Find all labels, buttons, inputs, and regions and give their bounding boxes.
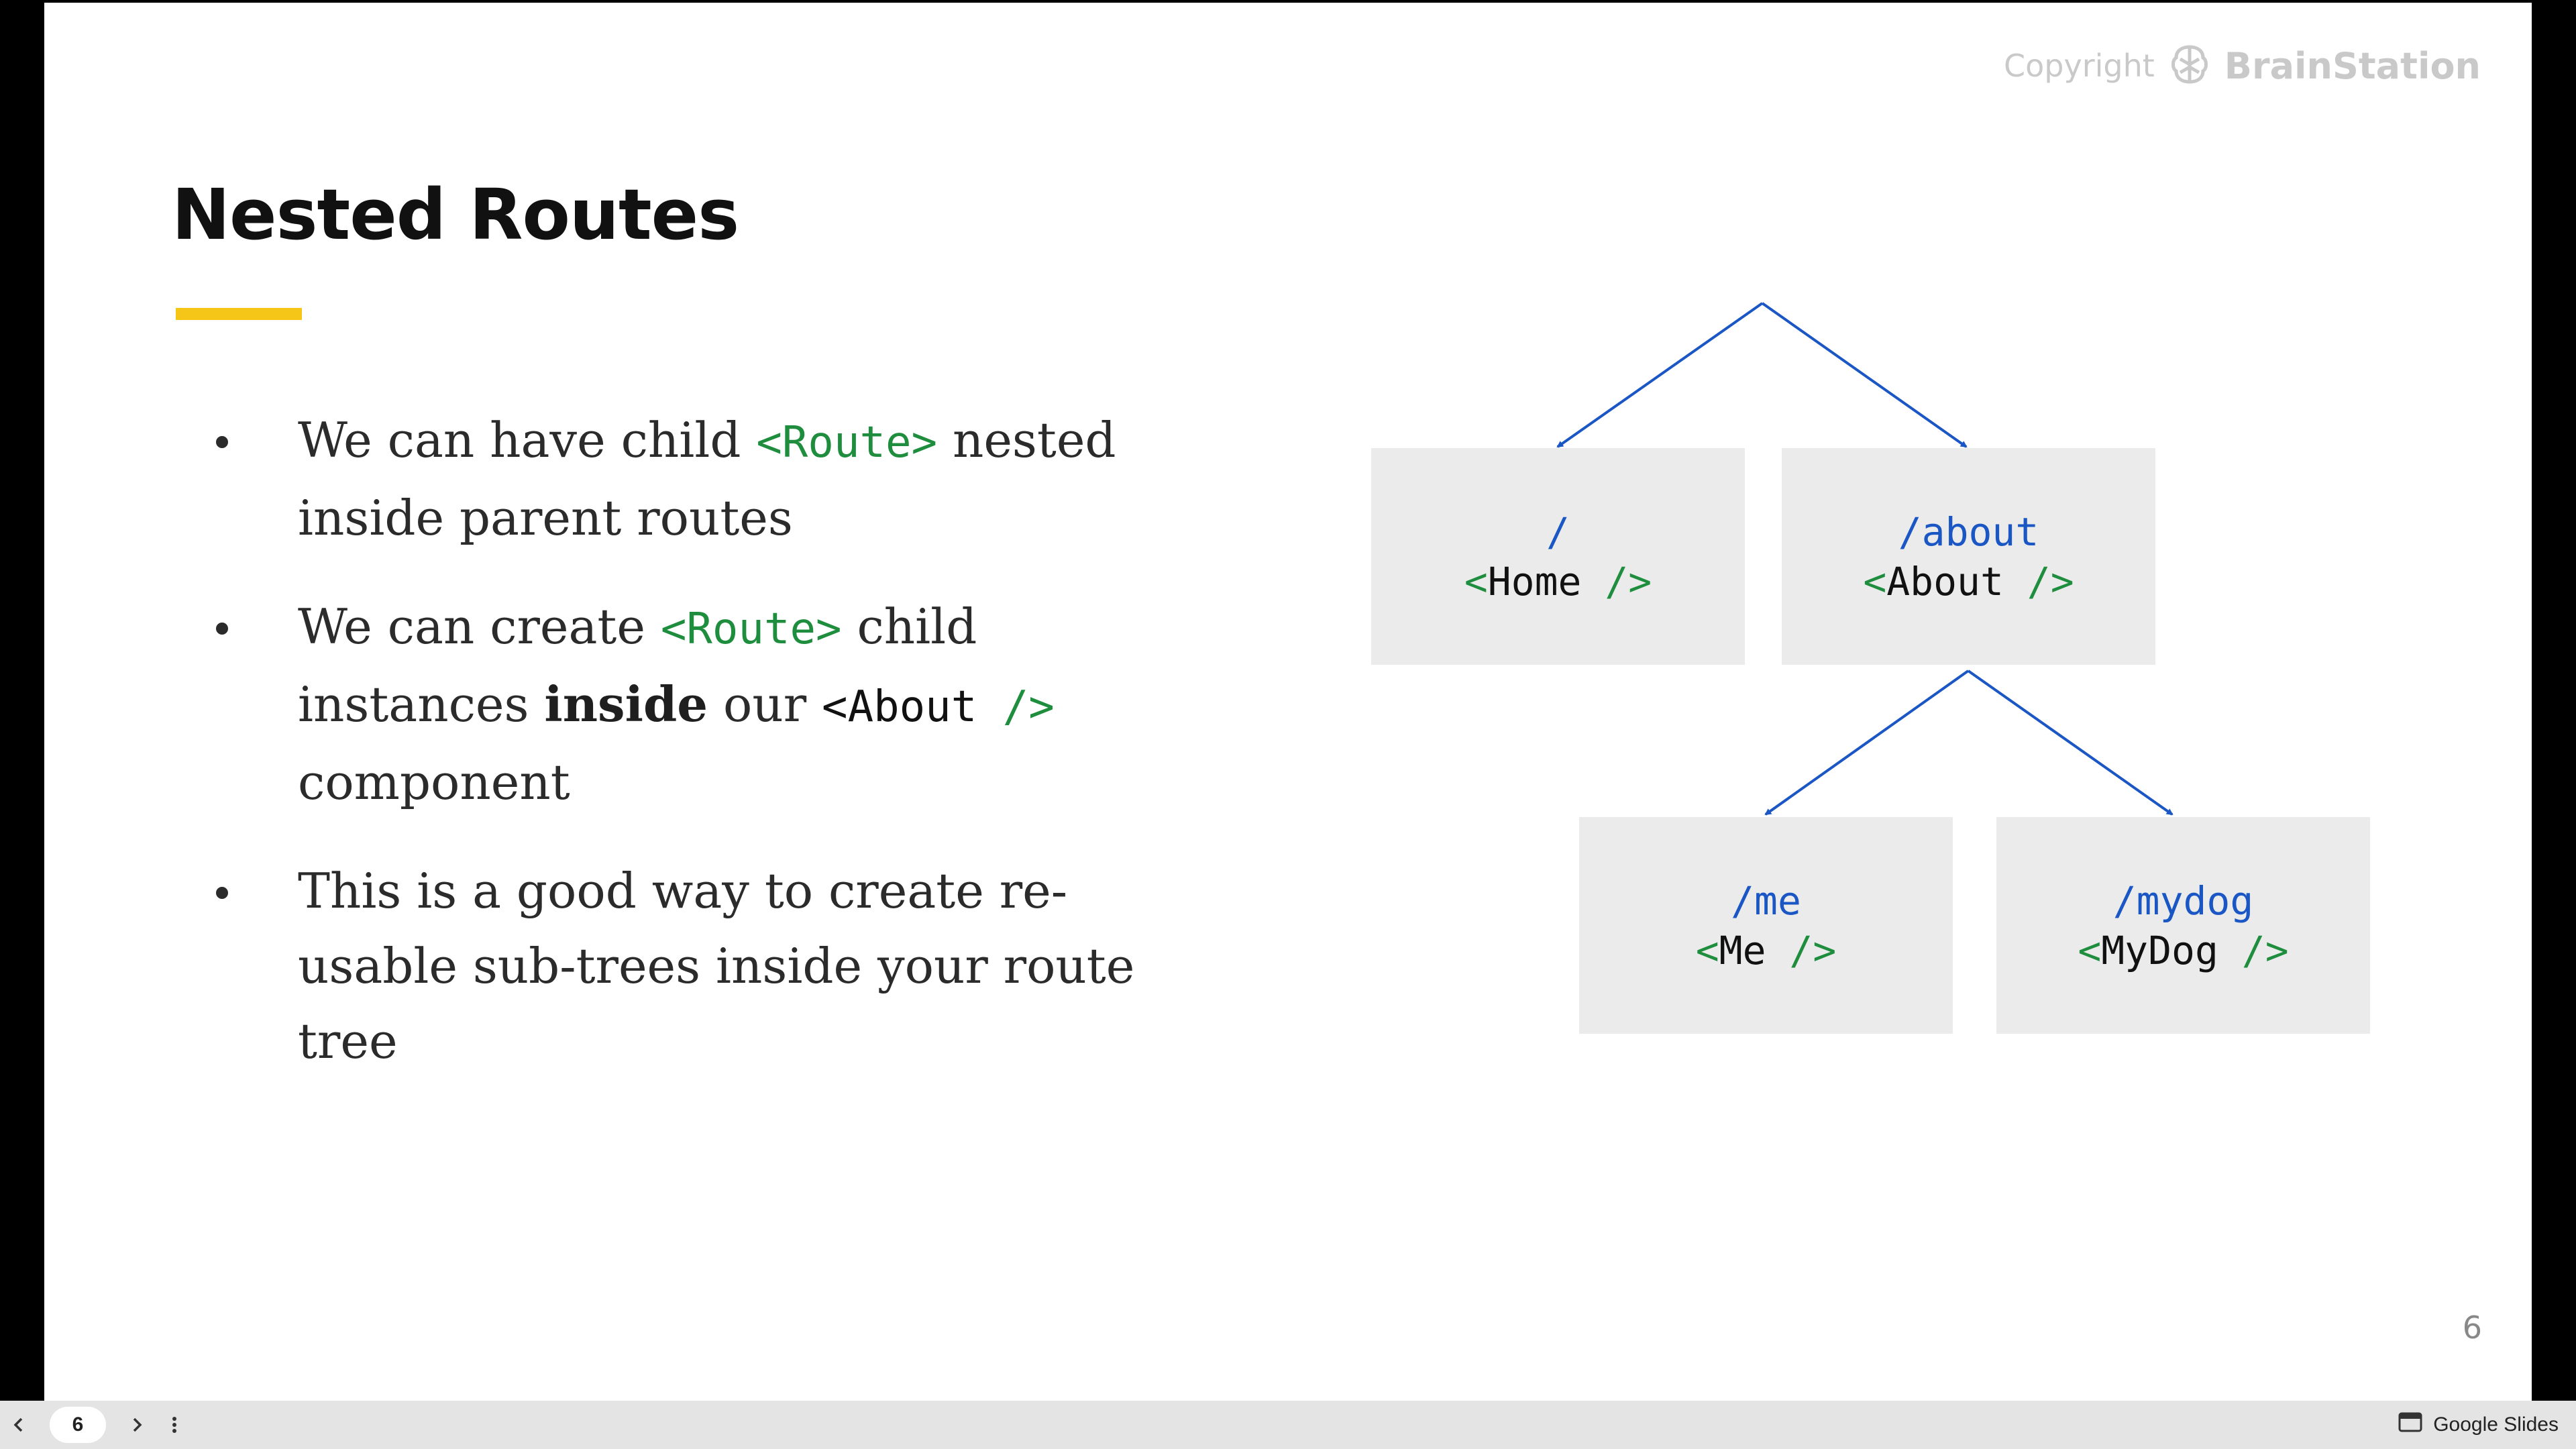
jsx-close: /> — [2003, 558, 2074, 604]
brand-name: BrainStation — [2224, 44, 2481, 87]
route-node-about: /about <About /> — [1782, 448, 2155, 665]
component-name: About — [1886, 558, 2004, 604]
component-name: MyDog — [2101, 927, 2218, 973]
slides-toolbar: 6 Google Slides — [0, 1401, 2576, 1449]
bullet-item: We can create <Route> child instances in… — [172, 589, 1165, 820]
arrow-about-me — [1764, 669, 1970, 816]
inline-code: <Route> — [660, 604, 842, 654]
bullet-item: We can have child <Route> nested inside … — [172, 402, 1165, 555]
route-path: /about — [1898, 508, 2039, 555]
jsx-close: /> — [1766, 927, 1837, 973]
route-path: /me — [1731, 877, 1801, 924]
route-path: /mydog — [2112, 877, 2254, 924]
bullet-item: This is a good way to create re-usable s… — [172, 853, 1165, 1079]
jsx-bracket: < — [1695, 927, 1719, 973]
brain-logo-icon — [2168, 43, 2211, 89]
bullet-dot — [216, 436, 228, 448]
bullet-dot — [216, 623, 228, 635]
inline-code: <Route> — [756, 418, 938, 468]
jsx-bracket: < — [2078, 927, 2102, 973]
page-number-input[interactable]: 6 — [50, 1407, 106, 1443]
arrow-root-home — [1556, 302, 1764, 448]
slide-page-number: 6 — [2462, 1309, 2482, 1346]
bold-text: inside — [544, 676, 708, 733]
bullet-text: We can have child — [298, 412, 757, 468]
route-node-me: /me <Me /> — [1579, 817, 1953, 1034]
route-node-home: / <Home /> — [1371, 448, 1745, 665]
route-path: / — [1546, 508, 1570, 555]
chevron-left-icon[interactable] — [0, 1406, 38, 1444]
title-accent-bar — [176, 308, 302, 320]
jsx-close: /> — [1581, 558, 1652, 604]
more-vert-icon[interactable] — [156, 1406, 193, 1444]
bullet-text: We can create — [298, 598, 661, 655]
bullet-text: our — [708, 676, 822, 733]
google-slides-icon — [2398, 1412, 2422, 1438]
jsx-bracket: < — [1464, 558, 1488, 604]
bullet-text: component — [298, 754, 570, 810]
component-name: Me — [1719, 927, 1766, 973]
bullet-text: This is a good way to create re-usable s… — [298, 863, 1135, 1069]
chevron-right-icon[interactable] — [118, 1406, 156, 1444]
jsx-bracket: < — [1863, 558, 1887, 604]
bullet-list: We can have child <Route> nested inside … — [172, 402, 1165, 1112]
jsx-close: /> — [2218, 927, 2289, 973]
arrow-about-mydog — [1967, 669, 2174, 816]
slide-title: Nested Routes — [172, 174, 739, 256]
inline-code: /> — [977, 682, 1055, 732]
arrow-root-about — [1761, 302, 1968, 448]
copyright-label: Copyright — [2004, 48, 2155, 84]
slide: Copyright BrainStation Nested Routes We … — [44, 3, 2532, 1401]
google-slides-label: Google Slides — [2433, 1413, 2559, 1436]
inline-code: <About — [822, 682, 977, 732]
bullet-dot — [216, 887, 228, 899]
google-slides-link[interactable]: Google Slides — [2398, 1401, 2559, 1449]
route-node-mydog: /mydog <MyDog /> — [1996, 817, 2370, 1034]
copyright-brand: Copyright BrainStation — [2004, 43, 2481, 89]
component-name: Home — [1487, 558, 1582, 604]
